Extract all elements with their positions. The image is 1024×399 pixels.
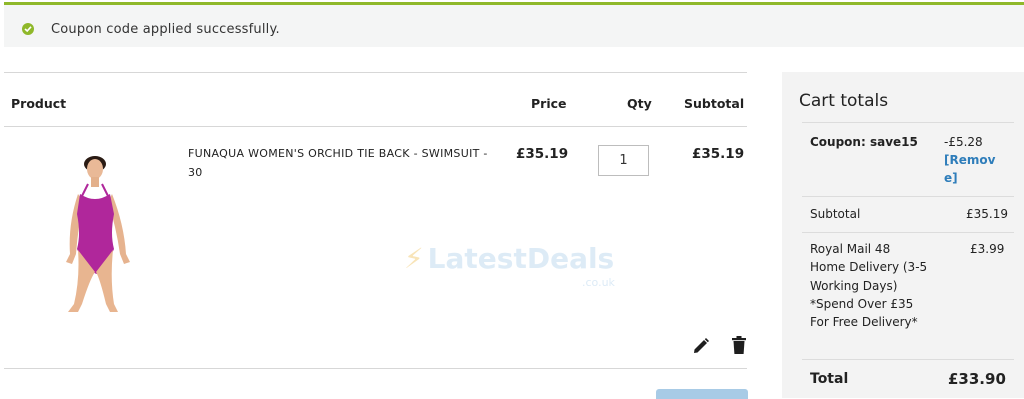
cart-totals-title: Cart totals xyxy=(799,91,889,111)
item-price: £35.19 xyxy=(516,146,569,162)
subtotal-label: Subtotal xyxy=(810,207,861,221)
remove-coupon-link[interactable]: [Remove] xyxy=(944,151,1004,187)
shipping-value: £3.99 xyxy=(970,242,1005,256)
coupon-discount-value: -£5.28 xyxy=(944,135,983,149)
column-header-qty: Qty xyxy=(627,96,652,111)
column-header-product: Product xyxy=(11,96,67,111)
total-value: £33.90 xyxy=(948,370,1006,388)
lightning-bolt-icon: ⚡ xyxy=(404,242,424,275)
totals-divider xyxy=(802,196,1014,197)
watermark-logo: ⚡ LatestDeals .co.uk xyxy=(404,242,615,289)
pencil-icon[interactable] xyxy=(692,337,710,359)
coupon-value-cell: -£5.28 [Remove] xyxy=(944,133,1004,187)
totals-divider xyxy=(802,122,1014,123)
quantity-input[interactable]: 1 xyxy=(598,145,649,176)
totals-divider xyxy=(802,232,1014,233)
table-top-divider xyxy=(4,72,747,73)
watermark-domain: .co.uk xyxy=(582,276,615,289)
subtotal-value: £35.19 xyxy=(966,207,1008,221)
product-image[interactable] xyxy=(44,154,154,314)
row-divider xyxy=(4,368,747,369)
item-subtotal: £35.19 xyxy=(692,146,745,162)
shipping-label: Royal Mail 48 Home Delivery (3-5 Working… xyxy=(810,242,928,330)
notice-message: Coupon code applied successfully. xyxy=(51,22,280,37)
totals-divider xyxy=(802,359,1014,360)
coupon-label: Coupon: save15 xyxy=(810,135,918,149)
check-circle-icon xyxy=(22,23,34,35)
column-header-price: Price xyxy=(531,96,567,111)
success-notice: Coupon code applied successfully. xyxy=(4,2,1024,47)
watermark-text: LatestDeals xyxy=(427,242,615,275)
header-divider xyxy=(4,126,747,127)
total-label: Total xyxy=(810,371,849,387)
trash-icon[interactable] xyxy=(731,336,747,359)
product-name-link[interactable]: FUNAQUA WOMEN'S ORCHID TIE BACK - SWIMSU… xyxy=(188,144,488,182)
cart-totals-panel: Cart totals Coupon: save15 -£5.28 [Remov… xyxy=(782,72,1024,398)
column-header-subtotal: Subtotal xyxy=(684,96,745,111)
